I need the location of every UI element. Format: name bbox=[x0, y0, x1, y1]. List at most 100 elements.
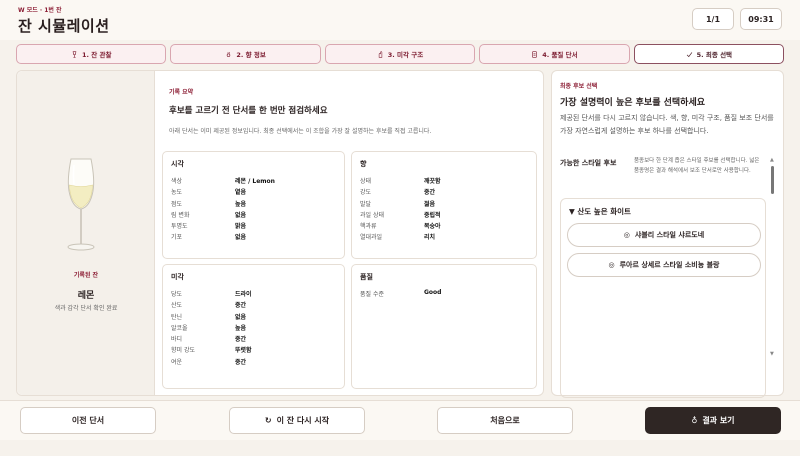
clue-key: 핵과류 bbox=[360, 223, 377, 231]
tab-label: 4. 품질 단서 bbox=[542, 51, 578, 59]
taste-card: 미각 당도 드라이 산도 중간 탄닌 없음 알코올 높음 바디 중간 향미 강도 뚜렷함 여… bbox=[162, 264, 345, 389]
clue-value: 중립적 bbox=[424, 211, 441, 219]
clue-value: 중간 bbox=[235, 336, 247, 344]
page-counter: 1/1 bbox=[692, 8, 734, 30]
timer: 09:31 bbox=[740, 8, 782, 30]
card-title: 시각 bbox=[171, 160, 184, 168]
group-toggle[interactable]: ▼ 산도 높은 화이트 bbox=[569, 206, 631, 217]
clue-key: 기포 bbox=[171, 234, 183, 242]
clue-value: 복숭아 bbox=[424, 223, 441, 231]
clue-key: 색상 bbox=[171, 178, 183, 185]
wine-glass-icon: ♁ bbox=[691, 416, 698, 425]
recorded-wine-note: 색과 감각 단서 확인 완료 bbox=[54, 305, 118, 312]
clue-key: 점도 bbox=[171, 200, 183, 208]
clue-row: 투명도 맑음 bbox=[171, 221, 338, 232]
clue-value: 높음 bbox=[235, 200, 247, 208]
clue-row: 탄닌 없음 bbox=[171, 312, 338, 323]
button-label: 결과 보기 bbox=[702, 416, 735, 425]
clue-row: 발달 젊음 bbox=[360, 199, 530, 210]
scroll-up-icon[interactable]: ▲ bbox=[770, 157, 774, 163]
candidate-option[interactable]: ◎ 루아르 상세르 스타일 소비뇽 블랑 bbox=[567, 253, 761, 277]
refresh-icon: ↻ bbox=[264, 416, 272, 425]
tab-glass-observation[interactable]: 1. 잔 관찰 bbox=[16, 44, 167, 64]
clue-key: 발달 bbox=[360, 200, 372, 208]
clue-row: 색상 레몬 / Lemon bbox=[171, 176, 338, 187]
footer-bar: 이전 단서 ↻ 이 잔 다시 시작 처음으로 ♁ 결과 보기 bbox=[0, 400, 800, 440]
recorded-wine-name: 레몬 bbox=[77, 291, 95, 301]
clue-row: 바디 중간 bbox=[171, 334, 338, 345]
clue-row: 향미 강도 뚜렷함 bbox=[171, 345, 338, 356]
clue-row: 당도 드라이 bbox=[171, 289, 338, 300]
check-icon bbox=[686, 51, 692, 57]
clue-value: 리치 bbox=[424, 234, 436, 242]
clue-key: 당도 bbox=[171, 291, 183, 298]
clue-key: 투명도 bbox=[171, 223, 188, 231]
card-title: 향 bbox=[360, 160, 367, 168]
tab-aroma-info[interactable]: 2. 향 정보 bbox=[170, 44, 321, 64]
tab-label: 5. 최종 선택 bbox=[696, 51, 733, 59]
style-candidates-heading: 가능한 스타일 후보 bbox=[560, 159, 617, 167]
clue-value: 맑음 bbox=[235, 223, 247, 231]
clue-value: 뚜렷함 bbox=[235, 347, 252, 355]
tab-taste-structure[interactable]: 3. 미각 구조 bbox=[324, 44, 476, 64]
clue-key: 품질 수준 bbox=[360, 291, 384, 298]
clue-value: 없음 bbox=[235, 211, 247, 219]
clue-value: Good bbox=[424, 289, 442, 296]
clue-row: 점도 높음 bbox=[171, 199, 338, 210]
clue-key: 산도 bbox=[171, 302, 183, 310]
clue-row: 과일 상태 중립적 bbox=[360, 210, 530, 221]
clue-key: 향미 강도 bbox=[171, 347, 195, 355]
side-label: 최종 후보 선택 bbox=[560, 83, 598, 90]
taste-icon bbox=[378, 50, 382, 58]
view-result-button[interactable]: ♁ 결과 보기 bbox=[645, 407, 781, 434]
tab-label: 2. 향 정보 bbox=[236, 51, 266, 59]
card-title: 품질 bbox=[360, 273, 373, 281]
clue-row: 농도 옅음 bbox=[171, 187, 338, 198]
clue-value: 레몬 / Lemon bbox=[235, 178, 275, 185]
clue-key: 림 변화 bbox=[171, 211, 190, 219]
wine-glass-icon bbox=[72, 50, 77, 58]
recorded-glass-label: 기록된 잔 bbox=[73, 272, 99, 279]
clue-row: 품질 수준 Good bbox=[360, 289, 530, 300]
tab-final-selection[interactable]: 5. 최종 선택 bbox=[633, 44, 785, 64]
card-title: 미각 bbox=[171, 273, 184, 281]
go-home-button[interactable]: 처음으로 bbox=[437, 407, 573, 434]
tab-label: 1. 잔 관찰 bbox=[81, 51, 112, 59]
restart-glass-button[interactable]: ↻ 이 잔 다시 시작 bbox=[229, 407, 365, 434]
button-label: 처음으로 bbox=[490, 416, 520, 425]
scrollbar-thumb[interactable] bbox=[771, 166, 774, 194]
clue-value: 없음 bbox=[235, 313, 247, 321]
clue-value: 중간 bbox=[235, 302, 247, 310]
clue-row: 알코올 높음 bbox=[171, 323, 338, 334]
clue-row: 열대과일 리치 bbox=[360, 232, 530, 243]
candidate-group: ▼ 산도 높은 화이트 ◎ 샤블리 스타일 샤르도네 ◎ 루아르 상세르 스타일… bbox=[560, 198, 766, 398]
clue-value: 깨끗함 bbox=[424, 178, 441, 185]
tab-label: 3. 미각 구조 bbox=[387, 51, 424, 59]
scroll-down-icon[interactable]: ▼ bbox=[770, 351, 774, 357]
summary-label: 기록 요약 bbox=[169, 89, 194, 96]
quality-card: 품질 품질 수준 Good bbox=[351, 264, 537, 389]
clue-key: 과일 상태 bbox=[360, 211, 384, 219]
target-icon: ◎ bbox=[608, 261, 615, 269]
clue-row: 산도 중간 bbox=[171, 300, 338, 311]
clue-key: 알코올 bbox=[171, 324, 188, 332]
clue-value: 중간 bbox=[235, 358, 247, 366]
style-candidates-note: 품종보다 한 단계 좁은 스타일 후보를 선택합니다. 넓은 품종명은 결과 해… bbox=[634, 158, 760, 174]
clue-row: 림 변화 없음 bbox=[171, 210, 338, 221]
button-label: 이 잔 다시 시작 bbox=[276, 416, 330, 425]
clue-value: 높음 bbox=[235, 324, 247, 332]
summary-description: 아래 단서는 이미 제공된 정보입니다. 최종 선택에서는 이 조합을 가장 잘… bbox=[169, 128, 432, 135]
target-icon: ◎ bbox=[623, 231, 630, 239]
wine-column: 기록된 잔 레몬 색과 감각 단서 확인 완료 bbox=[17, 71, 155, 395]
candidate-option[interactable]: ◎ 샤블리 스타일 샤르도네 bbox=[567, 223, 761, 247]
clue-value: 중간 bbox=[424, 189, 436, 197]
quality-icon bbox=[532, 50, 538, 58]
tab-quality-clues[interactable]: 4. 품질 단서 bbox=[479, 44, 630, 64]
clue-value: 젊음 bbox=[424, 200, 436, 208]
final-selection-panel: 최종 후보 선택 가장 설명력이 높은 후보를 선택하세요 제공된 단서를 다시… bbox=[551, 70, 784, 398]
clue-row: 기포 없음 bbox=[171, 232, 338, 243]
step-tabs: 1. 잔 관찰 2. 향 정보 3. 미각 구조 4. 품질 단서 5. 최종 … bbox=[16, 44, 785, 64]
previous-clue-button[interactable]: 이전 단서 bbox=[20, 407, 156, 434]
wine-glass-illustration bbox=[67, 158, 95, 251]
top-bar: W 모드 · 1번 잔 잔 시뮬레이션 1/1 09:31 bbox=[0, 0, 800, 40]
